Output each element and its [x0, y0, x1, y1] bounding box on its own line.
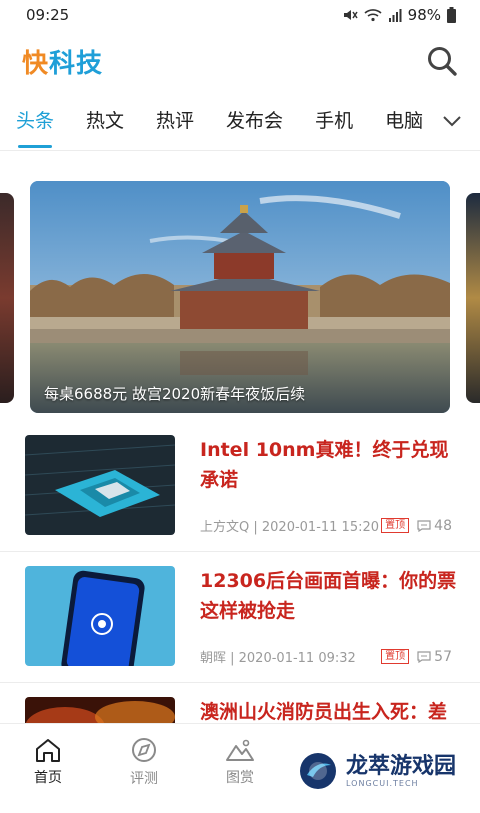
category-tabs: 头条 热文 热评 发布会 手机 电脑 [0, 92, 480, 151]
comment-icon [417, 519, 431, 532]
watermark-text: 龙萃游戏园 [346, 753, 457, 779]
pinned-badge: 置顶 [381, 649, 410, 664]
article-meta: 上方文Q | 2020-01-11 15:20 置顶 48 [200, 516, 452, 536]
article-item[interactable]: Intel 10nm真难！终于兑现承诺 上方文Q | 2020-01-11 15… [0, 421, 480, 552]
nav-home[interactable]: 首页 [0, 724, 96, 800]
mute-icon [343, 10, 358, 20]
forbidden-city-photo [30, 181, 450, 413]
chevron-down-icon [443, 116, 461, 127]
tab-phones[interactable]: 手机 [315, 92, 353, 150]
search-icon[interactable] [426, 45, 458, 77]
home-icon [36, 739, 60, 762]
banner-next-peek[interactable] [466, 193, 480, 403]
mountain-icon [226, 739, 254, 761]
article-thumbnail [25, 435, 175, 535]
wifi-icon [364, 9, 382, 22]
phone-12306-image [25, 566, 175, 666]
pinned-badge: 置顶 [381, 518, 410, 533]
watermark-subtext: LONGCUI.TECH [346, 778, 419, 788]
nav-gallery[interactable]: 图赏 [192, 724, 288, 800]
watermark-logo-icon [300, 753, 336, 789]
banner-caption: 每桌6688元 故宫2020新春年夜饭后续 [44, 385, 306, 403]
tab-headlines[interactable]: 头条 [16, 92, 54, 150]
status-icons: 98% [342, 6, 456, 24]
tab-hot-articles[interactable]: 热文 [86, 92, 124, 150]
app-header: 快科技 [0, 30, 480, 92]
status-time: 09:25 [26, 6, 70, 24]
article-meta: 朝晖 | 2020-01-11 09:32 置顶 57 [200, 647, 452, 667]
comment-count[interactable]: 57 [417, 649, 452, 665]
banner-carousel[interactable]: 每桌6688元 故宫2020新春年夜饭后续 [0, 151, 480, 421]
article-thumbnail [25, 566, 175, 666]
banner-slide[interactable]: 每桌6688元 故宫2020新春年夜饭后续 [30, 181, 450, 413]
app-logo: 快科技 [22, 48, 104, 79]
intel-chip-image [25, 435, 175, 535]
battery-icon [447, 7, 456, 23]
signal-icon [388, 9, 402, 22]
tabs-expand-button[interactable] [422, 92, 480, 150]
status-bar: 09:25 98% [0, 0, 480, 30]
comment-count[interactable]: 48 [417, 518, 452, 534]
article-title: 12306后台画面首曝：你的票这样被抢走 [200, 570, 457, 622]
nav-reviews[interactable]: 评测 [96, 724, 192, 800]
review-icon [132, 738, 156, 762]
battery-level: 98% [407, 6, 441, 24]
tab-computers[interactable]: 电脑 [385, 92, 423, 150]
banner-prev-peek[interactable] [0, 193, 14, 403]
article-author-date: 朝晖 | 2020-01-11 09:32 [200, 651, 356, 666]
tab-hot-comments[interactable]: 热评 [156, 92, 194, 150]
comment-icon [417, 650, 431, 663]
article-title: Intel 10nm真难！终于兑现承诺 [200, 439, 449, 491]
watermark: 龙萃游戏园 LONGCUI.TECH [278, 742, 480, 800]
tab-launch-events[interactable]: 发布会 [226, 92, 283, 150]
article-author-date: 上方文Q | 2020-01-11 15:20 [200, 520, 380, 535]
article-item[interactable]: 12306后台画面首曝：你的票这样被抢走 朝晖 | 2020-01-11 09:… [0, 552, 480, 683]
